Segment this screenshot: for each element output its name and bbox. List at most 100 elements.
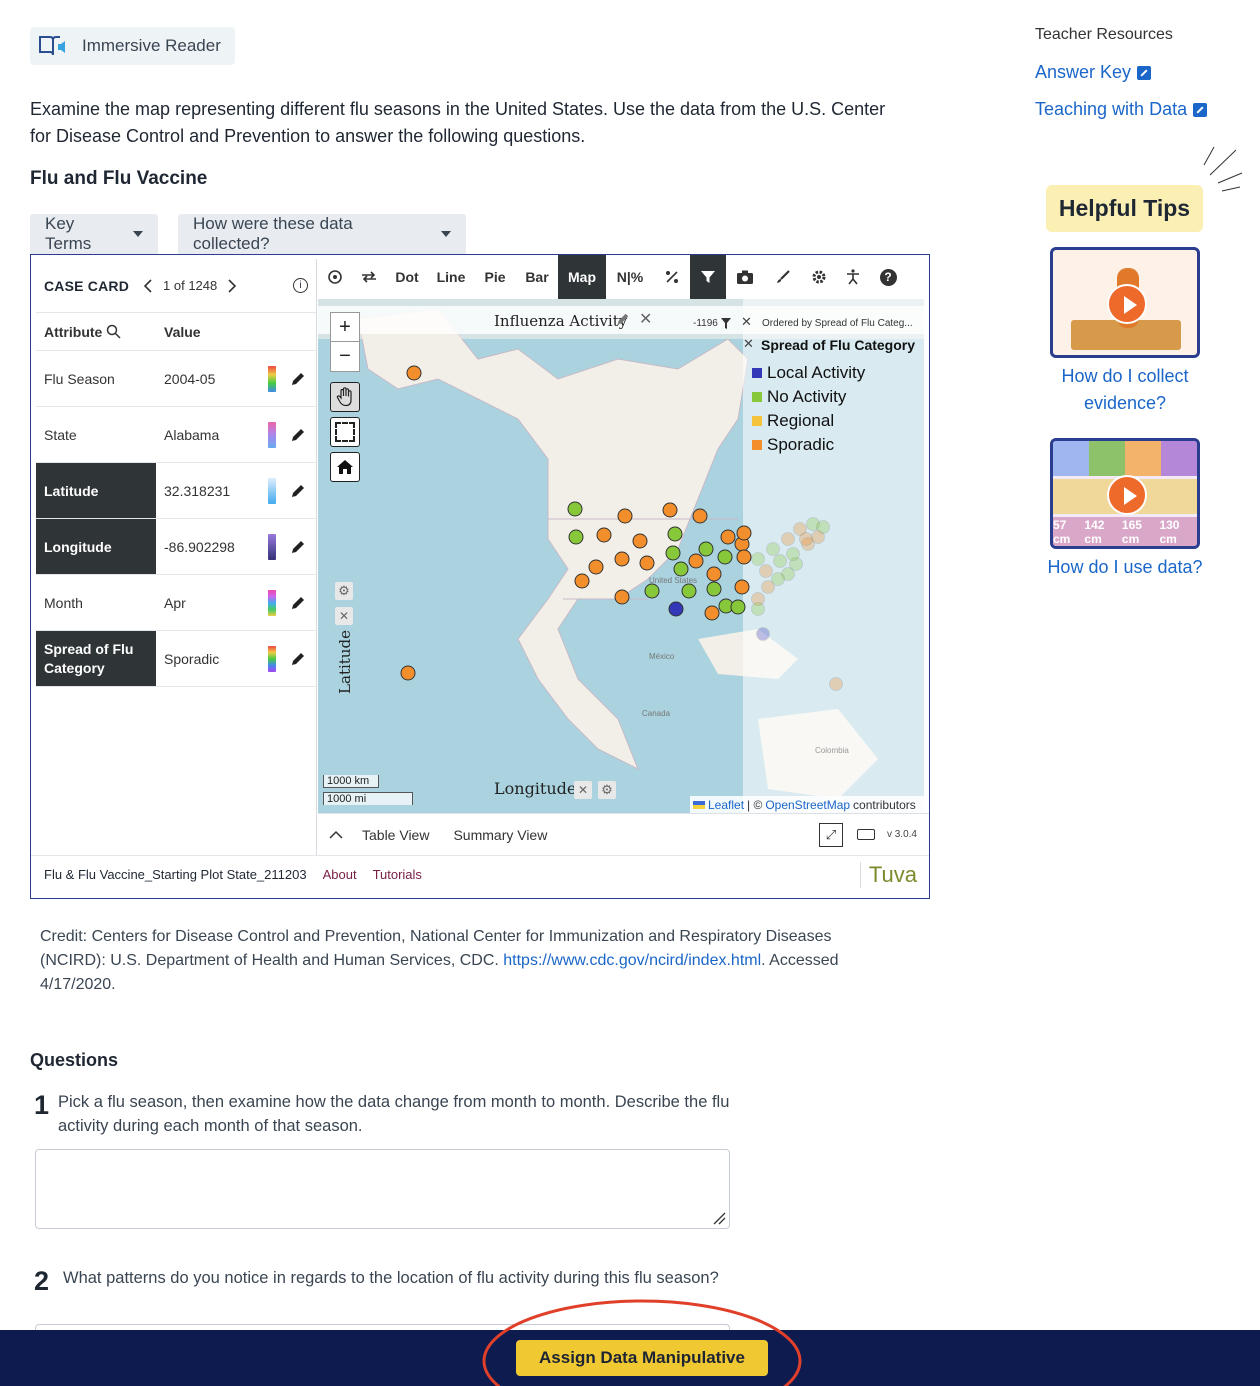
color-swatch[interactable] [268, 589, 276, 616]
brush-icon[interactable] [764, 255, 802, 299]
close-icon[interactable]: ✕ [741, 314, 752, 330]
attribute-name[interactable]: Spread of Flu Category [36, 631, 156, 686]
close-icon[interactable]: ✕ [335, 607, 353, 625]
immersive-reader-button[interactable]: Immersive Reader [30, 27, 235, 65]
video-use-data[interactable]: 57 cm 142 cm 165 cm 130 cm [1050, 438, 1200, 549]
legend-item[interactable]: No Activity [752, 385, 865, 409]
resize-handle-icon[interactable] [712, 1211, 726, 1225]
key-terms-dropdown[interactable]: Key Terms [30, 214, 158, 254]
map-title[interactable]: Influenza Activity [494, 312, 627, 330]
mix-up-icon[interactable] [352, 255, 386, 299]
close-icon[interactable]: ✕ [574, 781, 592, 799]
map-point[interactable] [617, 508, 633, 524]
map-view[interactable]: Canada United States México Colombia Inf… [318, 299, 924, 813]
map-point[interactable] [667, 526, 683, 542]
accessibility-icon[interactable] [836, 255, 870, 299]
marquee-select-icon[interactable] [330, 417, 360, 447]
legend[interactable]: Local Activity No Activity Regional Sporadi… [752, 361, 865, 457]
close-icon[interactable]: ✕ [743, 336, 754, 352]
map-point[interactable] [706, 566, 722, 582]
map-point[interactable] [614, 589, 630, 605]
zoom-in-button[interactable]: + [330, 312, 360, 342]
map-point[interactable] [406, 365, 422, 381]
color-swatch[interactable] [268, 645, 276, 672]
map-point[interactable] [662, 502, 678, 518]
hand-tool-icon[interactable] [330, 382, 360, 412]
cdc-link[interactable]: https://www.cdc.gov/ncird/index.html [503, 952, 761, 969]
attribute-value[interactable]: Apr [156, 575, 268, 630]
dot-button[interactable]: Dot [386, 255, 428, 299]
next-case-icon[interactable] [227, 278, 237, 294]
info-icon[interactable]: i [293, 278, 308, 293]
map-point[interactable] [574, 573, 590, 589]
attribute-value[interactable]: Sporadic [156, 631, 268, 686]
leaflet-link[interactable]: Leaflet [708, 798, 744, 812]
pencil-icon[interactable] [290, 595, 306, 611]
attribute-value[interactable]: Alabama [156, 407, 268, 462]
n-percent-button[interactable]: N|% [606, 255, 654, 299]
map-point[interactable] [698, 541, 714, 557]
line-button[interactable]: Line [428, 255, 474, 299]
attribute-value[interactable]: -86.902298 [156, 519, 268, 574]
help-icon[interactable]: ? [870, 255, 906, 299]
play-icon[interactable] [1107, 475, 1147, 515]
pencil-icon[interactable] [290, 539, 306, 555]
axis-settings-icon[interactable]: ⚙ [335, 582, 353, 600]
map-point[interactable] [734, 579, 750, 595]
map-point[interactable] [644, 583, 660, 599]
pencil-icon[interactable] [290, 651, 306, 667]
close-icon[interactable]: ✕ [639, 309, 652, 329]
map-point[interactable] [688, 553, 704, 569]
search-icon[interactable] [106, 324, 121, 339]
map-point[interactable] [706, 581, 722, 597]
y-axis-label[interactable]: Latitude [336, 627, 354, 697]
teaching-with-data-link[interactable]: Teaching with Data [1035, 99, 1208, 120]
bar-button[interactable]: Bar [516, 255, 558, 299]
map-button[interactable]: Map [558, 255, 606, 299]
legend-item[interactable]: Sporadic [752, 433, 865, 457]
osm-link[interactable]: OpenStreetMap [765, 798, 850, 812]
table-view-button[interactable]: Table View [362, 827, 429, 843]
map-point[interactable] [704, 605, 720, 621]
expand-icon[interactable]: ⤢ [818, 822, 843, 847]
color-swatch[interactable] [268, 533, 276, 560]
map-point[interactable] [567, 501, 583, 517]
video-caption[interactable]: How do I collect evidence? [1045, 363, 1205, 417]
map-point[interactable] [596, 527, 612, 543]
summary-view-button[interactable]: Summary View [453, 827, 547, 843]
prev-case-icon[interactable] [143, 278, 153, 294]
map-point[interactable] [720, 529, 736, 545]
data-collected-dropdown[interactable]: How were these data collected? [178, 214, 466, 254]
keyboard-icon[interactable] [856, 829, 875, 840]
map-point[interactable] [681, 583, 697, 599]
home-icon[interactable] [330, 452, 360, 482]
map-point[interactable] [588, 559, 604, 575]
pie-button[interactable]: Pie [474, 255, 516, 299]
map-point[interactable] [673, 561, 689, 577]
tutorials-link[interactable]: Tutorials [373, 867, 422, 882]
map-point[interactable] [400, 665, 416, 681]
color-swatch[interactable] [268, 365, 276, 392]
map-point[interactable] [730, 599, 746, 615]
answer-key-link[interactable]: Answer Key [1035, 62, 1152, 83]
attribute-name[interactable]: Latitude [36, 463, 156, 518]
attribute-value[interactable]: 32.318231 [156, 463, 268, 518]
attribute-name[interactable]: Longitude [36, 519, 156, 574]
answer-textarea[interactable] [35, 1149, 730, 1229]
pencil-icon[interactable] [290, 427, 306, 443]
attribute-name[interactable]: State [36, 407, 156, 462]
zoom-out-button[interactable]: − [330, 342, 360, 372]
map-point[interactable] [668, 601, 684, 617]
pencil-icon[interactable] [616, 312, 630, 326]
about-link[interactable]: About [323, 867, 357, 882]
percent-icon[interactable] [654, 255, 690, 299]
color-swatch[interactable] [268, 421, 276, 448]
map-point[interactable] [639, 555, 655, 571]
rescale-icon[interactable] [318, 255, 352, 299]
video-caption[interactable]: How do I use data? [1045, 554, 1205, 581]
x-axis-label[interactable]: Longitude [494, 779, 576, 798]
legend-item[interactable]: Regional [752, 409, 865, 433]
attribute-name[interactable]: Flu Season [36, 351, 156, 406]
attribute-value[interactable]: 2004-05 [156, 351, 268, 406]
pencil-icon[interactable] [290, 483, 306, 499]
